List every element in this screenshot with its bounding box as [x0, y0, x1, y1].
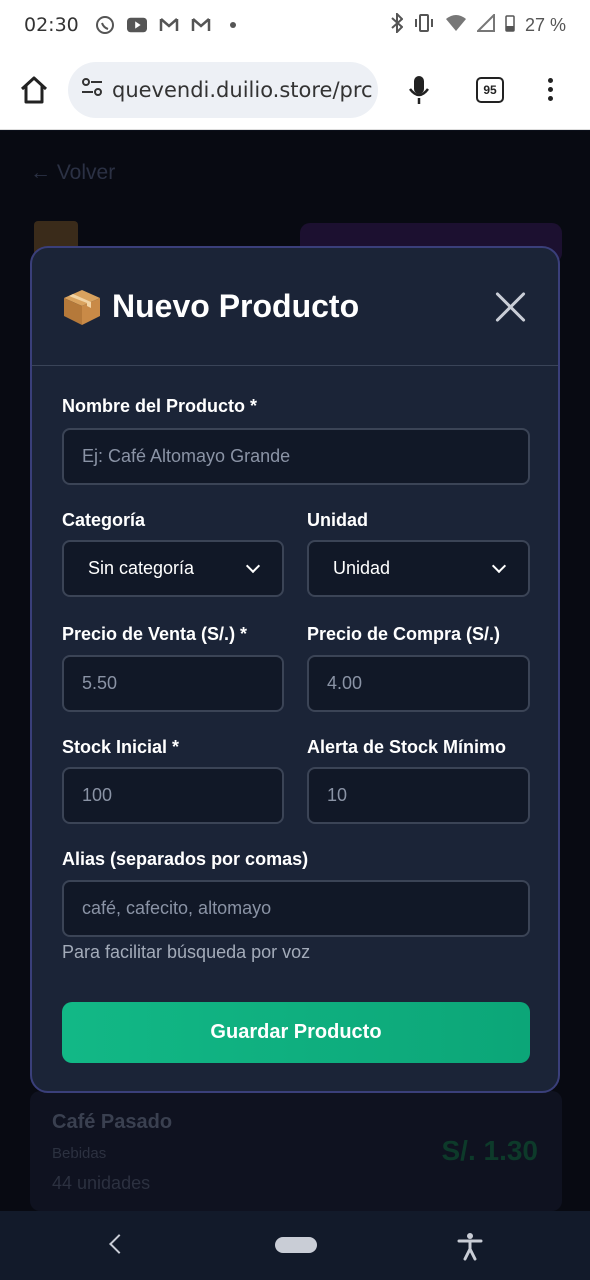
aliases-hint: Para facilitar búsqueda por voz — [62, 942, 311, 962]
signal-icon — [475, 12, 495, 37]
browser-toolbar: quevendi.duilio.store/prc 95 — [0, 50, 590, 130]
chevron-down-icon — [245, 558, 261, 574]
bluetooth-icon — [391, 11, 404, 38]
chevron-down-icon — [491, 558, 507, 574]
save-product-button[interactable]: Guardar Producto — [62, 1002, 530, 1063]
status-bar: 02:30 27 % — [0, 0, 590, 50]
home-button[interactable] — [16, 72, 52, 108]
home-icon — [20, 76, 48, 103]
unit-select[interactable]: Unidad — [307, 540, 530, 597]
whatsapp-icon — [95, 15, 115, 35]
browser-menu-button[interactable] — [548, 78, 553, 101]
sale-price-label: Precio de Venta (S/.) * — [62, 624, 248, 644]
wifi-icon — [445, 14, 467, 37]
min-stock-label: Alerta de Stock Mínimo — [307, 737, 507, 757]
status-time: 02:30 — [24, 14, 79, 36]
new-product-modal: Nuevo Producto Nombre del Producto * Ej:… — [30, 246, 560, 1093]
initial-stock-input[interactable]: 100 — [62, 767, 284, 824]
notification-icons — [95, 15, 243, 35]
tab-switcher-button[interactable]: 95 — [476, 76, 504, 103]
dot-icon — [223, 15, 243, 35]
product-card-price: S/. 1.30 — [441, 1135, 538, 1166]
battery-percent: 27 % — [524, 14, 566, 35]
voice-search-button[interactable] — [404, 75, 434, 105]
gmail-icon — [191, 15, 211, 35]
unit-label: Unidad — [307, 510, 368, 530]
close-icon[interactable] — [494, 290, 528, 324]
url-text: quevendi.duilio.store/prc — [112, 77, 373, 102]
microphone-icon — [409, 75, 429, 104]
product-card-units: 44 unidades — [52, 1173, 151, 1193]
product-card: Café Pasado Bebidas 44 unidades S/. 1.30 — [30, 1091, 562, 1211]
aliases-label: Alias (separados por comas) — [62, 849, 309, 869]
modal-title: Nuevo Producto — [112, 288, 360, 324]
package-icon — [62, 288, 102, 326]
sale-price-input[interactable]: 5.50 — [62, 655, 284, 712]
accessibility-icon[interactable] — [455, 1231, 485, 1261]
product-card-title: Café Pasado — [52, 1111, 173, 1133]
youtube-icon — [126, 15, 147, 35]
product-card-category: Bebidas — [52, 1145, 107, 1162]
gmail-icon — [159, 15, 179, 35]
system-nav-bar — [0, 1211, 590, 1280]
address-bar[interactable]: quevendi.duilio.store/prc — [68, 61, 378, 118]
modal-header: Nuevo Producto — [32, 248, 558, 366]
product-name-input[interactable]: Ej: Café Altomayo Grande — [62, 428, 530, 485]
product-name-label: Nombre del Producto * — [62, 396, 258, 416]
unit-select-value: Unidad — [333, 558, 391, 578]
site-settings-icon[interactable] — [80, 77, 104, 102]
category-select-value: Sin categoría — [88, 558, 195, 578]
aliases-input[interactable]: café, cafecito, altomayo — [62, 880, 530, 937]
purchase-price-label: Precio de Compra (S/.) — [307, 624, 501, 644]
battery-icon — [505, 14, 515, 37]
min-stock-input[interactable]: 10 — [307, 767, 530, 824]
back-link: ← Volver — [30, 161, 116, 184]
initial-stock-label: Stock Inicial * — [62, 737, 180, 757]
system-icons: 27 % — [391, 11, 566, 38]
category-select[interactable]: Sin categoría — [62, 540, 284, 597]
home-pill-icon[interactable] — [275, 1237, 317, 1253]
vibrate-icon — [413, 13, 435, 38]
category-label: Categoría — [62, 510, 146, 530]
back-icon[interactable] — [109, 1234, 129, 1254]
purchase-price-input[interactable]: 4.00 — [307, 655, 530, 712]
